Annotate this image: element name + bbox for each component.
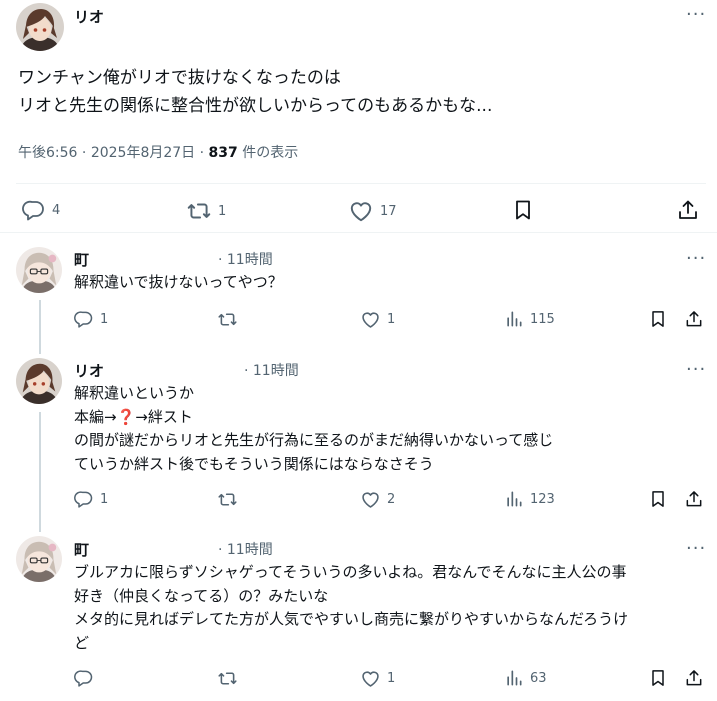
reply-author[interactable]: 町 [74, 249, 89, 270]
like-button[interactable]: 1 [360, 309, 395, 330]
bookmark-button[interactable] [648, 668, 674, 688]
views-icon [504, 489, 524, 509]
post-time[interactable]: 午後6:56 [18, 145, 77, 161]
meta-separator: · [81, 145, 87, 161]
meta-separator: · [199, 145, 205, 161]
reply-button[interactable] [74, 668, 100, 688]
reply-icon [74, 489, 94, 509]
views-button[interactable]: 115 [504, 309, 555, 329]
share-icon [676, 198, 700, 222]
reply-author[interactable]: 町 [74, 539, 89, 560]
views-icon [504, 309, 524, 329]
reply-text-line: 好き（仲良くなってる）の？みたいな [74, 586, 329, 605]
reply-text-line: 本編→❓→絆スト [74, 407, 193, 426]
views-count: 123 [530, 491, 555, 507]
author-avatar[interactable] [16, 3, 64, 51]
views-icon [504, 668, 524, 688]
repost-button[interactable]: 1 [186, 198, 226, 224]
reply-text-line: ど [74, 633, 90, 652]
heart-icon [348, 198, 374, 224]
post-date[interactable]: 2025年8月27日 [91, 145, 195, 161]
like-button[interactable]: 17 [348, 198, 397, 224]
thread-line [39, 300, 41, 354]
reply-count: 1 [100, 491, 109, 507]
share-button[interactable] [676, 198, 706, 222]
bookmark-icon [511, 198, 535, 222]
thread-line [39, 412, 41, 532]
repost-button[interactable] [217, 309, 244, 330]
divider [16, 183, 706, 184]
repost-icon [217, 309, 238, 330]
post-text: ワンチャン俺がリオで抜けなくなったのは リオと先生の関係に整合性が欲しいからって… [18, 64, 698, 120]
bookmark-button[interactable] [511, 198, 541, 222]
reply-avatar[interactable] [16, 536, 62, 582]
more-options-button[interactable]: ··· [686, 248, 706, 269]
reply-text: ブルアカに限らずソシャゲってそういうの多いよね。君なんでそんなに主人公の事 好き… [74, 561, 704, 655]
like-count: 17 [380, 203, 397, 219]
view-count: 837 [208, 145, 238, 161]
more-options-button[interactable]: ··· [686, 4, 706, 25]
more-options-button[interactable]: ··· [686, 538, 706, 559]
post-meta: 午後6:56 · 2025年8月27日 · 837 件の表示 [18, 142, 298, 162]
repost-button[interactable] [217, 668, 244, 689]
views-button[interactable]: 63 [504, 668, 547, 688]
share-button[interactable] [684, 668, 710, 688]
like-count: 1 [387, 671, 396, 686]
post-text-line: リオと先生の関係に整合性が欲しいからってのもあるかもな... [18, 96, 493, 116]
author-name[interactable]: リオ [74, 6, 104, 27]
repost-icon [217, 489, 238, 510]
heart-icon [360, 309, 381, 330]
reply-icon [74, 309, 94, 329]
repost-icon [217, 668, 238, 689]
heart-icon [360, 668, 381, 689]
reply-icon [74, 668, 94, 688]
reply-text: 解釈違いで抜けないってやつ？ [74, 271, 283, 295]
bookmark-icon [648, 309, 668, 329]
bookmark-button[interactable] [648, 489, 674, 509]
reply-text-line: の間が謎だからリオと先生が行為に至るのがまだ納得いかないって感じ [74, 431, 554, 449]
share-icon [684, 668, 704, 688]
share-button[interactable] [684, 489, 710, 509]
reply-time[interactable]: · 11時間 [218, 539, 273, 559]
repost-count: 1 [218, 203, 227, 219]
reply-button[interactable]: 1 [74, 489, 108, 509]
reply-count: 1 [100, 311, 109, 327]
reply-button[interactable]: 1 [74, 309, 108, 329]
reply-text-line: 解釈違いというか [74, 384, 195, 402]
like-count: 2 [387, 492, 396, 507]
reply-text: 解釈違いというか 本編→❓→絆スト の間が謎だからリオと先生が行為に至るのがまだ… [74, 382, 694, 476]
repost-icon [186, 198, 212, 224]
bookmark-icon [648, 668, 668, 688]
repost-button[interactable] [217, 489, 244, 510]
reply-count: 4 [52, 202, 61, 218]
like-count: 1 [387, 312, 396, 327]
reply-text-line: ていうか絆スト後でもそういう関係にはならなさそう [74, 454, 434, 473]
reply-text-line: 解釈違いで抜けないってやつ？ [74, 273, 283, 291]
views-count: 115 [530, 311, 555, 327]
bookmark-icon [648, 489, 668, 509]
question-emoji-icon: ❓ [116, 407, 136, 426]
reply-avatar[interactable] [16, 358, 62, 404]
divider [0, 232, 717, 233]
reply-text-line: ブルアカに限らずソシャゲってそういうの多いよね。君なんでそんなに主人公の事 [74, 563, 627, 581]
reply-author[interactable]: リオ [74, 360, 104, 381]
view-label: 件の表示 [242, 145, 299, 161]
views-button[interactable]: 123 [504, 489, 555, 509]
reply-time[interactable]: · 11時間 [244, 360, 299, 380]
like-button[interactable]: 1 [360, 668, 395, 689]
more-options-button[interactable]: ··· [686, 359, 706, 380]
reply-text-line: メタ的に見ればデレてた方が人気でやすいし商売に繋がりやすいからなんだろうけ [74, 610, 629, 628]
like-button[interactable]: 2 [360, 489, 395, 510]
reply-time[interactable]: · 11時間 [218, 249, 273, 269]
views-count: 63 [530, 670, 547, 686]
share-button[interactable] [684, 309, 710, 329]
reply-avatar[interactable] [16, 247, 62, 293]
post-text-line: ワンチャン俺がリオで抜けなくなったのは [18, 68, 341, 88]
reply-icon [22, 198, 46, 222]
share-icon [684, 309, 704, 329]
reply-button[interactable]: 4 [22, 198, 60, 222]
share-icon [684, 489, 704, 509]
bookmark-button[interactable] [648, 309, 674, 329]
heart-icon [360, 489, 381, 510]
